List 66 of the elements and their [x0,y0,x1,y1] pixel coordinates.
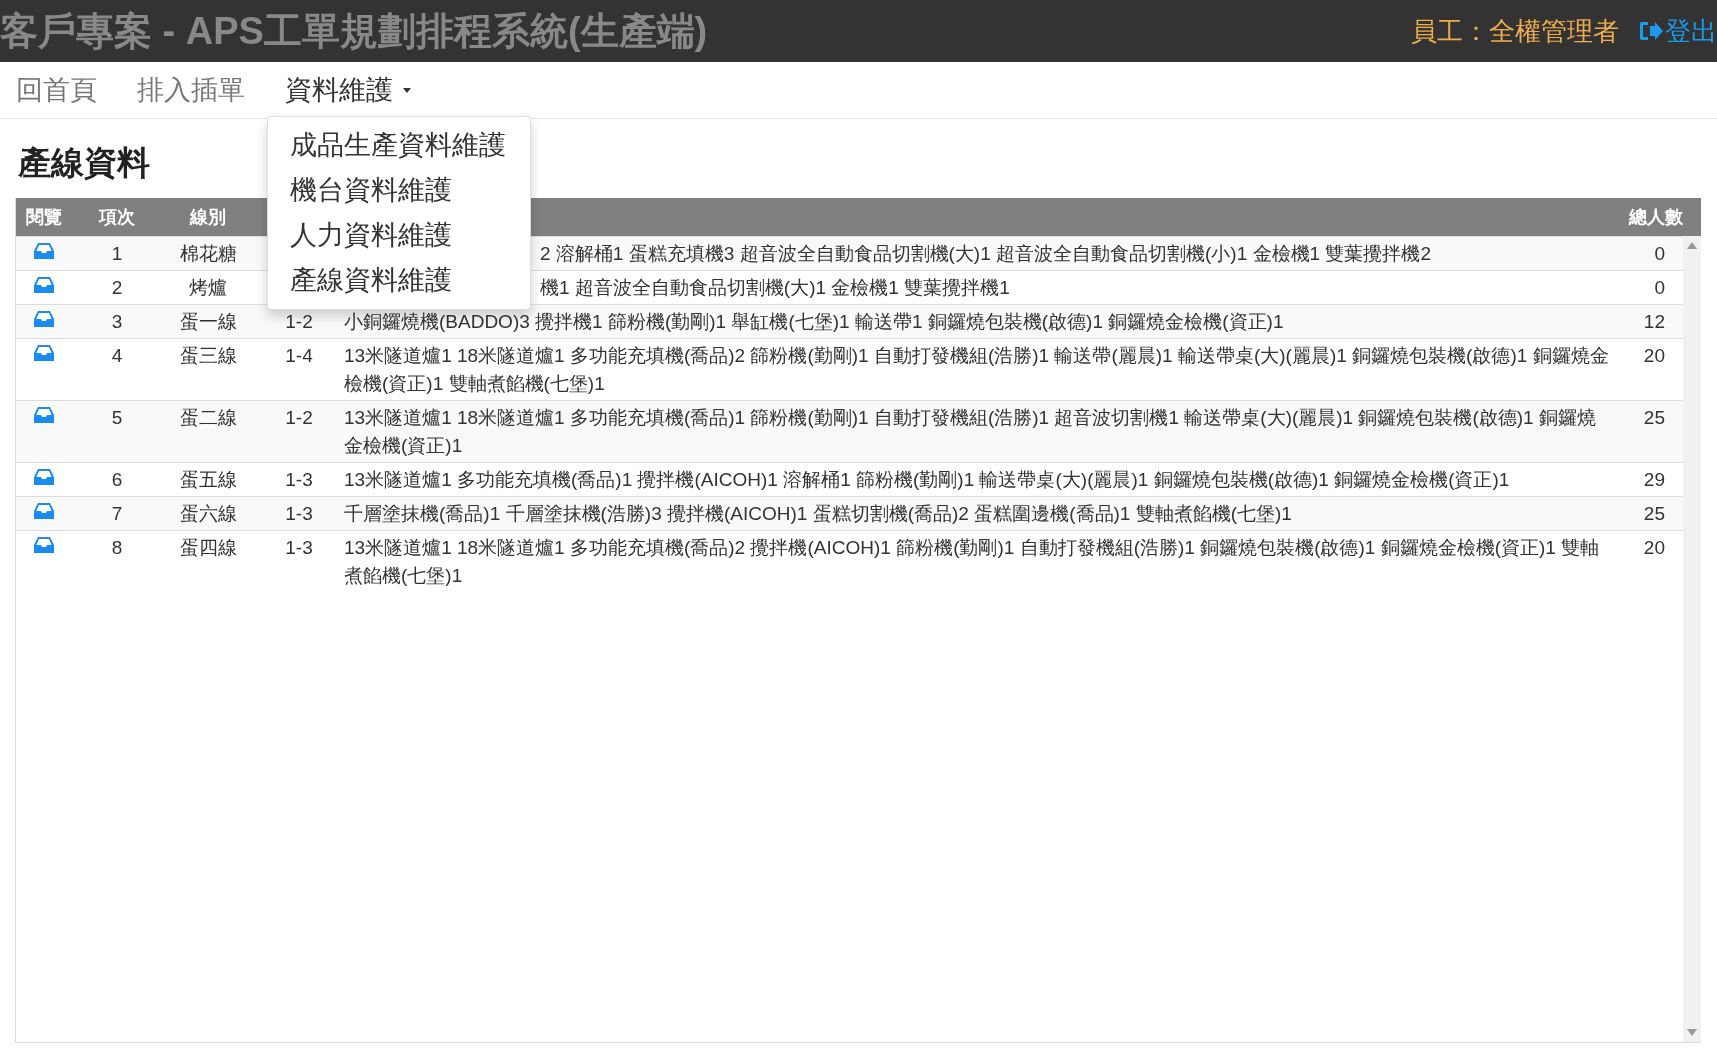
table-cell-text: 蛋三線 [178,344,238,368]
table-cell-text: 5 [110,406,124,430]
logout-icon [1637,19,1663,43]
table-cell-text: 1-2 [284,406,314,430]
table-cell-text: 0 [1653,242,1666,266]
table-cell-text: 29 [1642,468,1666,492]
table-cell-text: 20 [1642,536,1666,560]
table-cell: 機1 超音波全自動食品切割機(大)1 金檢機1 雙葉攪拌機1 [540,277,1010,298]
table-cell-text: 8 [110,536,124,560]
nav-link[interactable]: 資料維護 [285,72,411,108]
column-header: 閱覽 [25,206,63,229]
table-cell: 13米隧道爐1 18米隧道爐1 多功能充填機(喬品)2 篩粉機(勤剛)1 自動打發機組(浩勝)1 輸送帶(麗晨)1 輸送帶桌(大)(麗晨)1 銅鑼燒包裝機(啟德)1 銅鑼燒金檢機(資正)1 雙軸煮餡機(七堡)1 [344,345,1609,394]
scroll-up-icon[interactable] [1687,242,1697,249]
page-heading: 產線資料 [18,143,150,183]
table-cell-text: 烤爐 [188,276,228,300]
column-header: 線別 [188,206,227,229]
table-cell-text: 25 [1642,502,1666,526]
table-cell-text: 蛋六線 [178,502,238,526]
menu-item[interactable]: 機台資料維護 [268,168,530,213]
scroll-down-icon[interactable] [1687,1029,1697,1036]
table-cell-text: 蛋二線 [178,406,238,430]
menu-item[interactable]: 人力資料維護 [268,213,530,258]
table-cell: 千層塗抹機(喬品)1 千層塗抹機(浩勝)3 攪拌機(AICOH)1 蛋糕切割機(喬品)2 蛋糕圍邊機(喬品)1 雙軸煮餡機(七堡)1 [344,503,1292,524]
app-title: 客戶專案 - APS工單規劃排程系統(生產端) [0,8,708,54]
inbox-icon[interactable] [34,310,54,328]
caret-icon [403,87,411,93]
table-cell-text: 蛋五線 [178,468,238,492]
table-cell: 13米隧道爐1 多功能充填機(喬品)1 攪拌機(AICOH)1 溶解桶1 篩粉機(勤剛)1 輸送帶桌(大)(麗晨)1 銅鑼燒包裝機(啟德)1 銅鑼燒金檢機(資正)1 [344,469,1510,490]
inbox-icon[interactable] [34,276,54,294]
table-cell-text: 4 [110,344,124,368]
user-label: 員工：全權管理者 [1411,14,1619,48]
table-cell-text: 蛋四線 [178,536,238,560]
table-cell: 13米隧道爐1 18米隧道爐1 多功能充填機(喬品)2 攪拌機(AICOH)1 篩粉機(勤剛)1 自動打發機組(浩勝)1 銅鑼燒包裝機(啟德)1 銅鑼燒金檢機(資正)1 雙軸煮餡機(七堡)1 [344,537,1600,586]
table-cell-text: 2 [110,276,124,300]
table-cell-text: 20 [1642,344,1666,368]
logout-link[interactable]: 登出 [1637,13,1717,49]
nav-link[interactable]: 排入插單 [137,72,245,108]
inbox-icon[interactable] [34,406,54,424]
inbox-icon[interactable] [34,468,54,486]
scrollbar[interactable] [1683,236,1701,1042]
table-cell: 13米隧道爐1 18米隧道爐1 多功能充填機(喬品)1 篩粉機(勤剛)1 自動打發機組(浩勝)1 超音波切割機1 輸送帶桌(大)(麗晨)1 銅鑼燒包裝機(啟德)1 銅鑼燒金檢機(資正)1 [344,407,1596,456]
table-cell-text: 3 [110,310,124,334]
table-cell: 小銅鑼燒機(BADDO)3 攪拌機1 篩粉機(勤剛)1 舉缸機(七堡)1 輸送帶1 銅鑼燒包裝機(啟德)1 銅鑼燒金檢機(資正)1 [344,311,1284,332]
column-header: 總人數 [1627,206,1683,229]
inbox-icon[interactable] [34,242,54,260]
table-cell-text: 12 [1642,310,1666,334]
table-cell-text: 蛋一線 [178,310,238,334]
table-cell-text: 1-3 [284,536,314,560]
table-cell-text: 棉花糖 [178,242,238,266]
menu-item[interactable]: 產線資料維護 [268,258,530,303]
table-cell-text: 1-4 [284,344,314,368]
column-header: 項次 [97,206,136,229]
table-cell-text: 7 [110,502,124,526]
table-cell-text: 25 [1642,406,1666,430]
table-cell-text: 6 [110,468,124,492]
inbox-icon[interactable] [34,502,54,520]
table-cell: 2 溶解桶1 蛋糕充填機3 超音波全自動食品切割機(大)1 超音波全自動食品切割機(小)1 金檢機1 雙葉攪拌機2 [540,243,1431,264]
table-cell-text: 1 [110,242,124,266]
table-cell-text: 0 [1653,276,1666,300]
nav-link[interactable]: 回首頁 [16,72,97,108]
table-cell-text: 1-3 [284,468,314,492]
table-cell-text: 1-2 [284,310,314,334]
menu-item[interactable]: 成品生產資料維護 [268,123,530,168]
inbox-icon[interactable] [34,344,54,362]
table-cell-text: 1-3 [284,502,314,526]
inbox-icon[interactable] [34,536,54,554]
